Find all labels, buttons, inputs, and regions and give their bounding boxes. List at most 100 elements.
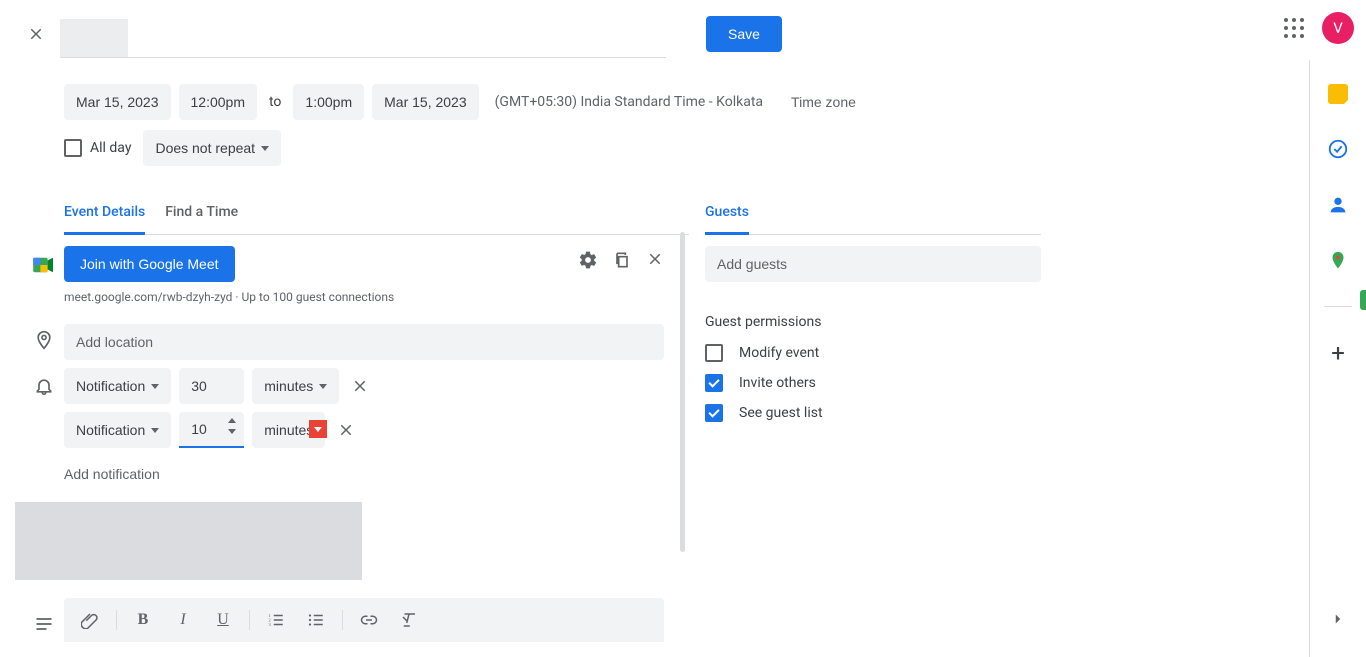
notification-row-2: Notification minutes bbox=[64, 412, 355, 448]
meet-icon bbox=[28, 256, 60, 274]
start-date-chip[interactable]: Mar 15, 2023 bbox=[64, 84, 171, 120]
notification-value-input-2[interactable] bbox=[189, 420, 225, 438]
remove-notification-1[interactable] bbox=[351, 377, 369, 395]
location-input[interactable] bbox=[64, 324, 664, 360]
notification-value-input-1[interactable] bbox=[189, 377, 225, 395]
add-guests-input[interactable] bbox=[705, 246, 1041, 282]
permission-checkbox[interactable] bbox=[705, 374, 723, 392]
notification-type-label: Notification bbox=[76, 422, 145, 438]
remove-notification-2[interactable] bbox=[337, 421, 355, 439]
permission-label: Modify event bbox=[739, 345, 819, 361]
timezone-text: (GMT+05:30) India Standard Time - Kolkat… bbox=[495, 94, 763, 110]
obscured-section bbox=[15, 502, 362, 580]
repeat-label: Does not repeat bbox=[155, 140, 255, 156]
timezone-button[interactable]: Time zone bbox=[785, 93, 862, 111]
location-icon bbox=[28, 330, 60, 350]
meet-actions bbox=[578, 250, 664, 270]
allday-checkbox-label[interactable]: All day bbox=[64, 139, 131, 157]
copy-meet-icon[interactable] bbox=[612, 250, 632, 270]
clear-format-icon[interactable] bbox=[391, 602, 427, 638]
end-date-chip[interactable]: Mar 15, 2023 bbox=[372, 84, 479, 120]
highlight-marker bbox=[309, 420, 327, 438]
bold-icon[interactable]: B bbox=[125, 602, 161, 638]
toolbar-separator bbox=[249, 610, 250, 630]
chevron-down-icon bbox=[261, 146, 269, 151]
side-rail-separator bbox=[1324, 306, 1352, 307]
allday-label: All day bbox=[90, 140, 131, 156]
notification-unit-1[interactable]: minutes bbox=[252, 368, 339, 404]
attach-icon[interactable] bbox=[72, 602, 108, 638]
stepper-up-icon[interactable] bbox=[228, 418, 236, 423]
allday-checkbox[interactable] bbox=[64, 139, 82, 157]
notification-value-2[interactable] bbox=[179, 412, 244, 448]
tab-event-details[interactable]: Event Details bbox=[64, 196, 145, 235]
title-placeholder bbox=[60, 19, 128, 57]
tab-guests[interactable]: Guests bbox=[705, 196, 749, 235]
permission-checkbox[interactable] bbox=[705, 344, 723, 362]
permission-see-guest-list[interactable]: See guest list bbox=[705, 404, 823, 422]
google-meet-section: Join with Google Meet meet.google.com/rw… bbox=[64, 246, 664, 304]
stepper-down-icon[interactable] bbox=[228, 429, 236, 434]
add-addon-icon[interactable]: + bbox=[1326, 341, 1350, 365]
repeat-select[interactable]: Does not repeat bbox=[143, 130, 281, 166]
svg-text:3: 3 bbox=[269, 622, 272, 627]
side-panel-rail: + bbox=[1309, 60, 1366, 657]
account-avatar[interactable]: V bbox=[1322, 12, 1354, 44]
join-meet-button[interactable]: Join with Google Meet bbox=[64, 246, 235, 282]
contacts-icon[interactable] bbox=[1327, 194, 1349, 216]
notification-row-1: Notification minutes bbox=[64, 368, 369, 404]
notification-unit-2[interactable]: minutes bbox=[252, 412, 325, 448]
maps-icon[interactable] bbox=[1327, 250, 1349, 272]
guests-tabs: Guests bbox=[705, 196, 1041, 235]
notification-icon bbox=[28, 376, 60, 396]
to-label: to bbox=[265, 94, 285, 110]
scrollbar[interactable] bbox=[680, 232, 685, 552]
notification-type-1[interactable]: Notification bbox=[64, 368, 171, 404]
meet-settings-icon[interactable] bbox=[578, 250, 598, 270]
detail-tabs: Event Details Find a Time bbox=[64, 196, 689, 235]
notification-type-2[interactable]: Notification bbox=[64, 412, 171, 448]
notification-unit-label: minutes bbox=[264, 378, 313, 394]
notification-unit-label: minutes bbox=[264, 422, 313, 438]
format-toolbar: B I U 123 bbox=[64, 598, 664, 642]
permission-modify-event[interactable]: Modify event bbox=[705, 344, 819, 362]
permission-checkbox[interactable] bbox=[705, 404, 723, 422]
toolbar-separator bbox=[116, 610, 117, 630]
chevron-down-icon bbox=[319, 384, 327, 389]
header-bar: Save bbox=[0, 0, 1310, 68]
event-title-input[interactable] bbox=[60, 11, 666, 58]
keep-icon[interactable] bbox=[1328, 84, 1348, 104]
permission-label: Invite others bbox=[739, 375, 816, 391]
permission-invite-others[interactable]: Invite others bbox=[705, 374, 816, 392]
bulleted-list-icon[interactable] bbox=[298, 602, 334, 638]
datetime-row: Mar 15, 2023 12:00pm to 1:00pm Mar 15, 2… bbox=[64, 84, 862, 120]
numbered-list-icon[interactable]: 123 bbox=[258, 602, 294, 638]
header-right: V bbox=[1284, 12, 1354, 44]
end-time-chip[interactable]: 1:00pm bbox=[293, 84, 364, 120]
italic-icon[interactable]: I bbox=[165, 602, 201, 638]
collapse-panel-icon[interactable] bbox=[1320, 601, 1356, 637]
remove-meet-icon[interactable] bbox=[646, 250, 664, 270]
tasks-icon[interactable] bbox=[1327, 138, 1349, 160]
location-row bbox=[64, 324, 664, 360]
toolbar-separator bbox=[342, 610, 343, 630]
start-time-chip[interactable]: 12:00pm bbox=[179, 84, 257, 120]
add-notification-button[interactable]: Add notification bbox=[64, 466, 160, 482]
chevron-down-icon bbox=[151, 384, 159, 389]
notification-value-1[interactable] bbox=[179, 368, 244, 404]
google-apps-icon[interactable] bbox=[1284, 18, 1304, 38]
description-icon bbox=[28, 614, 60, 634]
close-icon[interactable] bbox=[24, 22, 48, 46]
notification-stepper[interactable] bbox=[228, 418, 238, 434]
allday-row: All day Does not repeat bbox=[64, 130, 281, 166]
underline-icon[interactable]: U bbox=[205, 602, 241, 638]
save-button[interactable]: Save bbox=[706, 16, 782, 52]
link-icon[interactable] bbox=[351, 602, 387, 638]
guest-permissions-title: Guest permissions bbox=[705, 314, 821, 330]
chevron-down-icon bbox=[151, 428, 159, 433]
permission-label: See guest list bbox=[739, 405, 823, 421]
description-section: B I U 123 bbox=[64, 598, 664, 642]
notification-type-label: Notification bbox=[76, 378, 145, 394]
meet-sub-text: meet.google.com/rwb-dzyh-zyd · Up to 100… bbox=[64, 290, 664, 304]
tab-find-a-time[interactable]: Find a Time bbox=[165, 196, 238, 234]
